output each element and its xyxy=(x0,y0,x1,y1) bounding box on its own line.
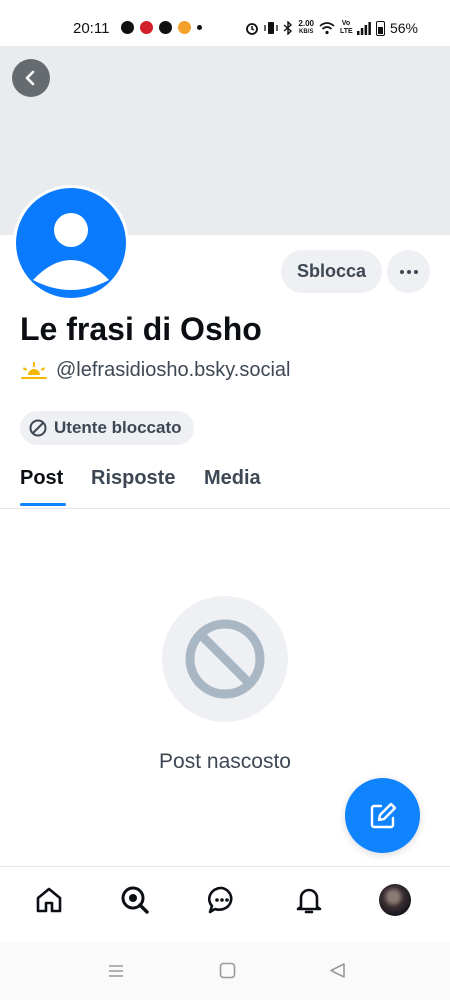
system-navigation-bar xyxy=(0,942,450,1000)
bell-icon xyxy=(296,888,322,914)
bottom-navigation xyxy=(0,866,450,942)
home-system-icon[interactable] xyxy=(219,962,236,979)
chat-icon xyxy=(207,886,233,914)
volte-indicator: Vo LTE xyxy=(339,20,353,35)
alarm-icon xyxy=(246,23,259,35)
tab-risposte[interactable]: Risposte xyxy=(91,467,175,490)
block-icon xyxy=(185,619,265,699)
profile-display-name: Le frasi di Osho xyxy=(20,311,262,347)
network-speed-value: 2.00 xyxy=(298,19,314,28)
sunrise-emoji-icon xyxy=(21,361,47,379)
more-notifications-icon xyxy=(197,25,202,30)
app-notification-icon xyxy=(159,21,172,34)
search-icon xyxy=(121,886,149,914)
nav-notifications[interactable] xyxy=(293,884,325,916)
recent-apps-icon[interactable] xyxy=(107,962,125,980)
notification-icons xyxy=(121,21,202,34)
home-icon xyxy=(36,887,62,913)
nav-home[interactable] xyxy=(33,884,65,916)
tab-media[interactable]: Media xyxy=(204,467,261,490)
profile-handle: @lefrasidiosho.bsky.social xyxy=(56,359,291,381)
profile-handle-row: @lefrasidiosho.bsky.social xyxy=(20,359,290,382)
message-notification-icon xyxy=(121,21,134,34)
status-bar: 20:11 2.00 KB/S Vo LTE 56% xyxy=(0,0,450,46)
nav-chat[interactable] xyxy=(206,884,238,916)
compose-post-button[interactable] xyxy=(345,778,420,853)
compose-icon xyxy=(370,802,396,828)
bluetooth-icon xyxy=(283,21,293,35)
nav-profile[interactable] xyxy=(379,884,411,916)
back-button[interactable] xyxy=(12,59,50,97)
hidden-posts-illustration xyxy=(162,596,288,722)
active-tab-indicator xyxy=(20,503,66,506)
tab-post[interactable]: Post xyxy=(20,467,63,490)
signal-icon xyxy=(356,21,371,35)
profile-avatar[interactable] xyxy=(13,185,129,301)
battery-icon xyxy=(375,20,385,36)
unblock-button[interactable]: Sblocca xyxy=(281,250,382,293)
block-icon xyxy=(29,419,47,437)
network-speed: 2.00 KB/S xyxy=(298,20,314,36)
blocked-user-label: Utente bloccato xyxy=(54,418,182,437)
nav-search[interactable] xyxy=(119,884,151,916)
chevron-left-icon xyxy=(25,70,35,86)
back-system-icon[interactable] xyxy=(329,962,346,979)
more-options-button[interactable] xyxy=(387,250,430,293)
blocked-user-badge: Utente bloccato xyxy=(20,411,194,445)
status-time: 20:11 xyxy=(73,20,110,37)
network-speed-unit: KB/S xyxy=(299,29,314,35)
more-horizontal-icon xyxy=(399,269,418,274)
battery-percent: 56% xyxy=(389,20,418,36)
hidden-posts-message: Post nascosto xyxy=(159,750,291,773)
app-notification-icon xyxy=(178,21,191,34)
wifi-icon xyxy=(319,21,335,34)
system-status-icons: 2.00 KB/S Vo LTE 56% xyxy=(245,20,418,36)
app-notification-icon xyxy=(140,21,153,34)
default-user-icon xyxy=(33,213,109,290)
current-user-avatar xyxy=(379,884,411,916)
profile-tabs: Post Risposte Media xyxy=(0,455,450,509)
vibrate-icon xyxy=(264,22,279,34)
